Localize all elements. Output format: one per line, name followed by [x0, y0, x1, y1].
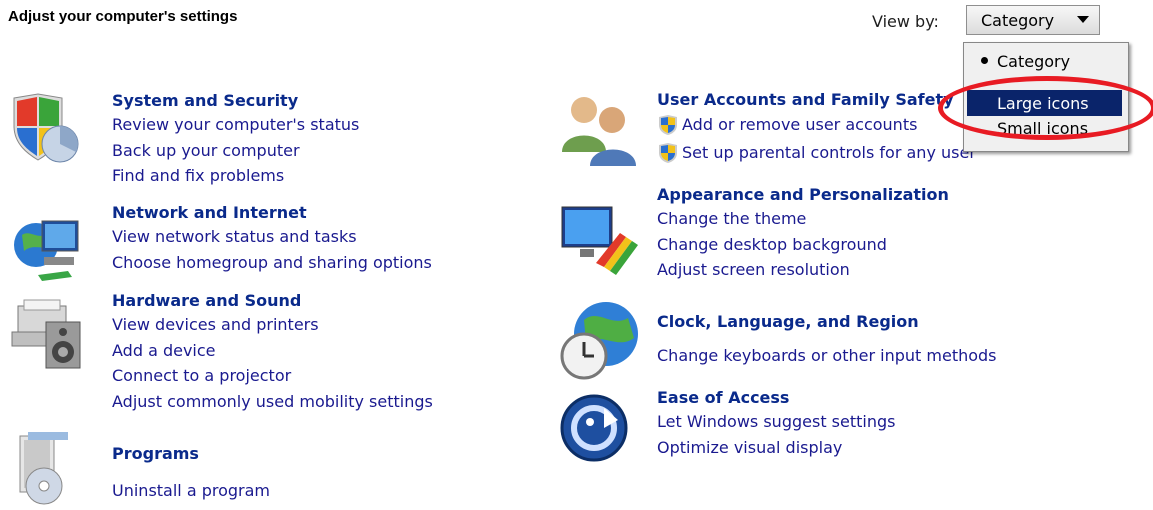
- category-hardware-sound: Hardware and Sound View devices and prin…: [112, 290, 433, 414]
- category-network-internet: Network and Internet View network status…: [112, 202, 432, 275]
- link-desktop-background[interactable]: Change desktop background: [657, 232, 949, 258]
- category-title-clock-language[interactable]: Clock, Language, and Region: [657, 311, 997, 333]
- ease-of-access-icon[interactable]: [560, 392, 640, 472]
- link-back-up[interactable]: Back up your computer: [112, 138, 359, 164]
- clock-globe-icon[interactable]: [558, 298, 644, 384]
- view-by-menu: Category Large icons Small icons: [963, 42, 1129, 152]
- link-find-fix[interactable]: Find and fix problems: [112, 163, 359, 189]
- link-homegroup[interactable]: Choose homegroup and sharing options: [112, 250, 432, 276]
- page-title: Adjust your computer's settings: [8, 8, 238, 25]
- view-by-dropdown[interactable]: Category: [966, 5, 1100, 35]
- category-user-accounts: User Accounts and Family Safety Add or r…: [657, 89, 976, 167]
- menu-item-category[interactable]: Category: [967, 48, 1122, 74]
- system-security-icon[interactable]: [8, 92, 84, 172]
- programs-icon[interactable]: [8, 430, 84, 510]
- category-system-security: System and Security Review your computer…: [112, 90, 359, 189]
- category-title-system-security[interactable]: System and Security: [112, 90, 359, 112]
- uac-shield-icon: [659, 143, 677, 163]
- link-keyboards[interactable]: Change keyboards or other input methods: [657, 343, 997, 369]
- link-add-remove-accounts[interactable]: Add or remove user accounts: [682, 112, 917, 138]
- selected-bullet-icon: [981, 57, 988, 64]
- uac-shield-icon: [659, 115, 677, 135]
- category-title-user-accounts[interactable]: User Accounts and Family Safety: [657, 89, 976, 111]
- link-network-status[interactable]: View network status and tasks: [112, 224, 432, 250]
- category-ease-of-access: Ease of Access Let Windows suggest setti…: [657, 387, 895, 460]
- view-by-label: View by:: [872, 12, 939, 31]
- link-parental-controls[interactable]: Set up parental controls for any user: [682, 140, 976, 166]
- view-by-value: Category: [981, 10, 1055, 30]
- menu-item-large-icons[interactable]: Large icons: [967, 90, 1122, 116]
- category-appearance: Appearance and Personalization Change th…: [657, 184, 949, 283]
- link-mobility[interactable]: Adjust commonly used mobility settings: [112, 389, 433, 415]
- link-uninstall[interactable]: Uninstall a program: [112, 478, 270, 504]
- link-add-device[interactable]: Add a device: [112, 338, 433, 364]
- menu-item-small-icons[interactable]: Small icons: [967, 122, 1122, 138]
- category-title-network-internet[interactable]: Network and Internet: [112, 202, 432, 224]
- category-clock-language: Clock, Language, and Region Change keybo…: [657, 311, 997, 369]
- category-title-appearance[interactable]: Appearance and Personalization: [657, 184, 949, 206]
- network-icon[interactable]: [8, 205, 88, 285]
- link-review-status[interactable]: Review your computer's status: [112, 112, 359, 138]
- link-optimize-visual[interactable]: Optimize visual display: [657, 435, 895, 461]
- category-title-hardware-sound[interactable]: Hardware and Sound: [112, 290, 433, 312]
- link-screen-resolution[interactable]: Adjust screen resolution: [657, 257, 949, 283]
- category-title-ease-of-access[interactable]: Ease of Access: [657, 387, 895, 409]
- link-change-theme[interactable]: Change the theme: [657, 206, 949, 232]
- appearance-icon[interactable]: [560, 203, 644, 277]
- link-windows-suggest[interactable]: Let Windows suggest settings: [657, 409, 895, 435]
- category-programs: Programs Uninstall a program: [112, 443, 270, 504]
- link-devices-printers[interactable]: View devices and printers: [112, 312, 433, 338]
- link-projector[interactable]: Connect to a projector: [112, 363, 433, 389]
- dropdown-arrow-icon: [1077, 16, 1089, 23]
- hardware-sound-icon[interactable]: [8, 296, 88, 376]
- category-title-programs[interactable]: Programs: [112, 443, 270, 465]
- user-accounts-icon[interactable]: [556, 90, 642, 176]
